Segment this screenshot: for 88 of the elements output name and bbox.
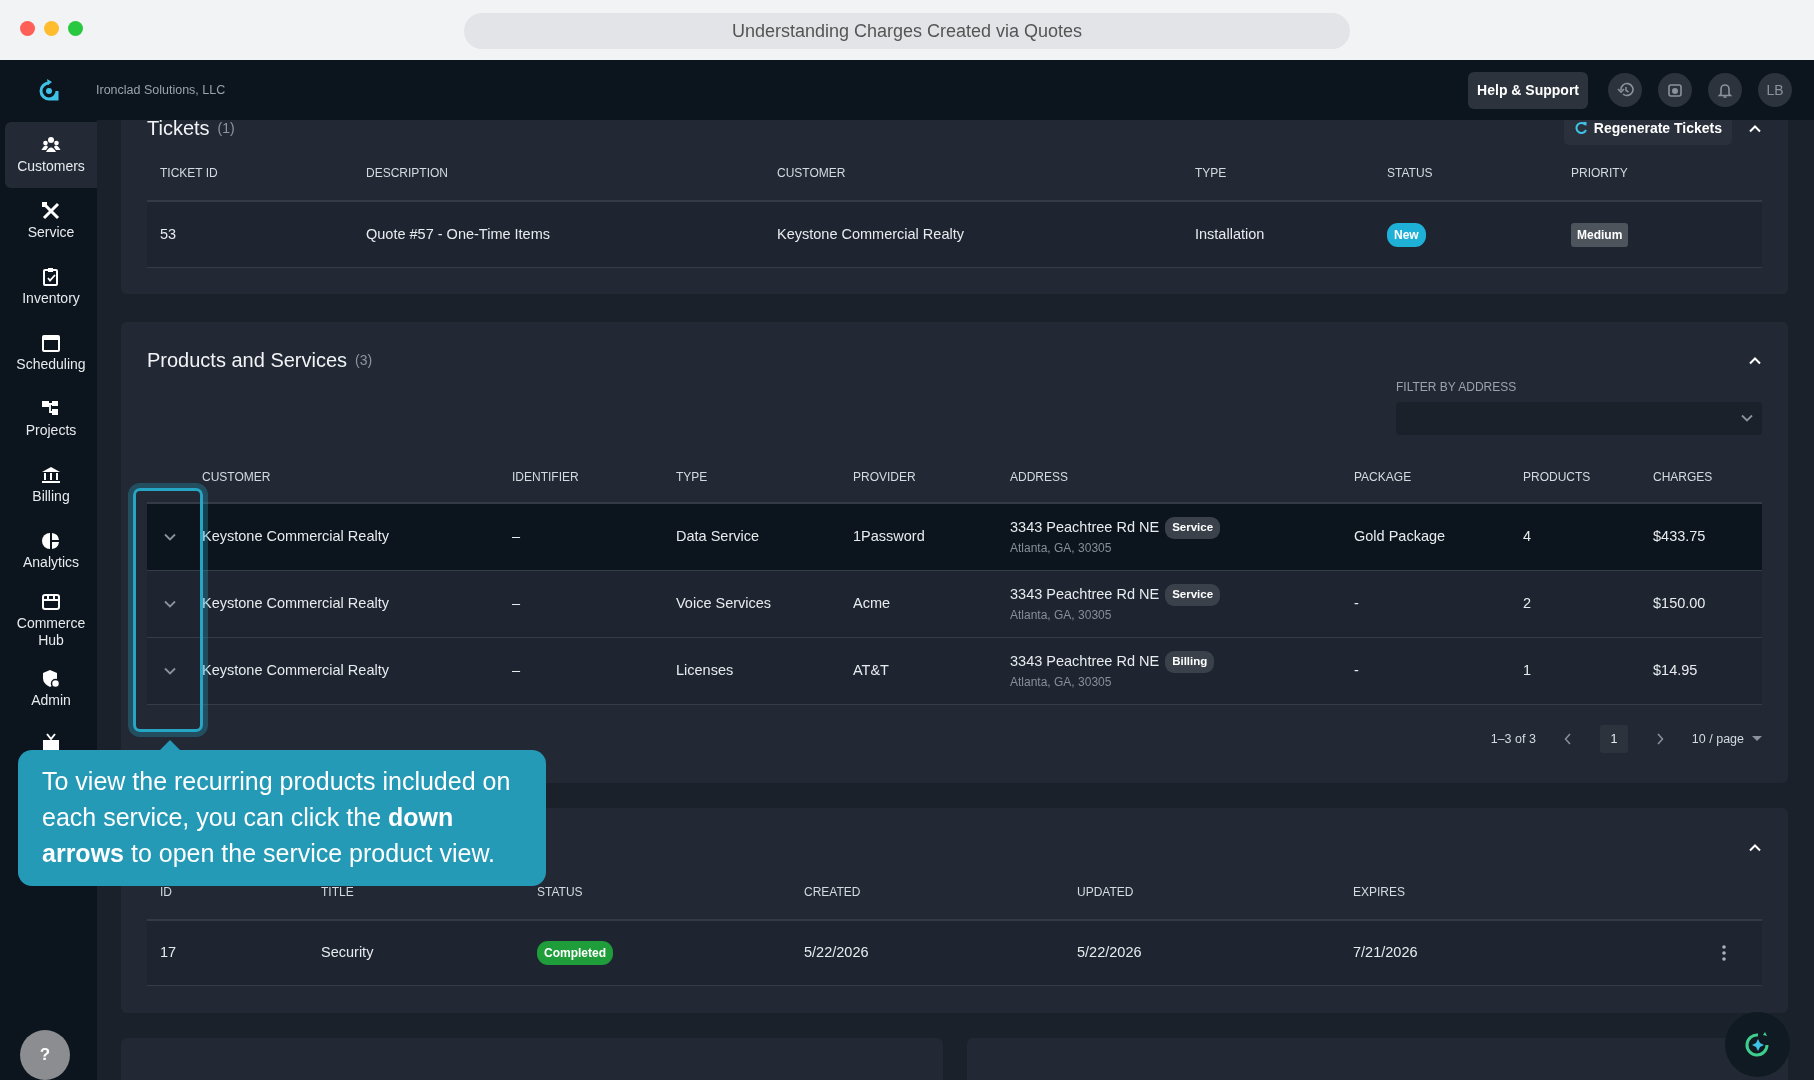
sidebar-item[interactable]: Commerce Hub (5, 584, 97, 656)
table-cell: Acme (853, 595, 891, 612)
column-header: IDENTIFIER (512, 470, 579, 484)
table-cell: Quote #57 - One-Time Items (366, 225, 550, 242)
column-header: DESCRIPTION (366, 166, 448, 180)
table-cell: 2 (1523, 595, 1532, 612)
column-header: PROVIDER (853, 470, 916, 484)
section-title: Tickets (147, 120, 210, 141)
sidebar-item[interactable]: Billing (5, 452, 97, 518)
column-header: STATUS (537, 885, 583, 899)
pagination-range: 1–3 of 3 (1490, 730, 1536, 748)
sidebar-item[interactable]: Analytics (5, 518, 97, 584)
table-cell: Gold Package (1354, 528, 1446, 545)
section-title: Products and Services (147, 348, 348, 373)
column-header: ID (160, 885, 172, 899)
column-header: PRIORITY (1571, 166, 1628, 180)
table-cell: Licenses (676, 662, 734, 679)
column-header: CREATED (804, 885, 861, 899)
column-header: STATUS (1387, 166, 1433, 180)
table-cell: – (512, 662, 521, 679)
table-row[interactable]: Keystone Commercial Realty – Data Service 1Password 3343 Peachtree Rd NE Service Atlanta, GA, 30305 Gold Package 4 $433.75 (147, 504, 1762, 571)
address-tag: Billing (1165, 651, 1215, 673)
table-cell: 17 (160, 944, 177, 961)
table-cell: 5/22/2026 (1077, 944, 1142, 961)
table-cell: Data Service (676, 528, 759, 545)
address-line: 3343 Peachtree Rd NE (1010, 518, 1160, 538)
sidebar-item[interactable]: Admin (5, 656, 97, 722)
table-cell: 5/22/2026 (804, 944, 869, 961)
status-badge: Completed (537, 941, 613, 965)
column-header: PACKAGE (1354, 470, 1412, 484)
sidebar-item[interactable]: Service (5, 188, 97, 254)
sidebar-item[interactable]: Customers (5, 122, 97, 188)
address-tag: Service (1165, 517, 1221, 539)
table-cell: – (512, 595, 521, 612)
column-header: CUSTOMER (202, 470, 271, 484)
table-row[interactable]: Keystone Commercial Realty – Voice Services Acme 3343 Peachtree Rd NE Service Atlanta, GA, 30305 - 2 $150.00 (147, 571, 1762, 638)
address-line: 3343 Peachtree Rd NE (1010, 585, 1160, 605)
table-cell: $14.95 (1653, 662, 1698, 679)
user-avatar[interactable]: LB (1758, 73, 1792, 107)
table-cell: 4 (1523, 528, 1532, 545)
sidebar-item[interactable]: Scheduling (5, 320, 97, 386)
page-button[interactable]: 1 (1599, 725, 1628, 753)
status-badge: New (1387, 222, 1426, 247)
table-cell: Keystone Commercial Realty (777, 225, 964, 242)
table-cell: – (512, 528, 521, 545)
column-header: TITLE (321, 885, 354, 899)
address-line: 3343 Peachtree Rd NE (1010, 652, 1160, 672)
priority-badge: Medium (1571, 222, 1629, 247)
column-header: TICKET ID (160, 166, 218, 180)
table-cell: 53 (160, 225, 177, 242)
table-cell: Voice Services (676, 595, 772, 612)
window-title: Understanding Charges Created via Quotes (464, 13, 1350, 49)
item-count: (3) (355, 350, 373, 370)
sidebar-item[interactable]: Inventory (5, 254, 97, 320)
column-header: TYPE (676, 470, 708, 484)
table-cell: Installation (1195, 225, 1265, 242)
sidebar-item[interactable]: Projects (5, 386, 97, 452)
table-cell: $433.75 (1653, 528, 1706, 545)
table-cell: - (1354, 595, 1359, 612)
company-name: Ironclad Solutions, LLC (96, 81, 226, 99)
column-header: CHARGES (1653, 470, 1713, 484)
address-city: Atlanta, GA, 30305 (1010, 606, 1113, 624)
table-row[interactable]: Keystone Commercial Realty – Licenses AT&T 3343 Peachtree Rd NE Billing Atlanta, GA, 30305 - 1 $14.95 (147, 638, 1762, 705)
table-cell: 7/21/2026 (1353, 944, 1418, 961)
table-cell: 1 (1523, 662, 1532, 679)
address-tag: Service (1165, 584, 1221, 606)
column-header: ADDRESS (1010, 470, 1068, 484)
table-cell: Keystone Commercial Realty (202, 595, 389, 612)
address-city: Atlanta, GA, 30305 (1010, 673, 1113, 691)
table-cell: AT&T (853, 662, 889, 679)
regenerate-tickets-button[interactable]: Regenerate Tickets (1563, 120, 1732, 145)
table-cell: $150.00 (1653, 595, 1706, 612)
item-count: (1) (217, 120, 235, 138)
table-cell: Security (321, 944, 374, 961)
column-header: UPDATED (1077, 885, 1134, 899)
filter-label: FILTER BY ADDRESS (1396, 380, 1517, 394)
table-cell: Keystone Commercial Realty (202, 528, 389, 545)
table-cell: Keystone Commercial Realty (202, 662, 389, 679)
help-support-button[interactable]: Help & Support (1468, 71, 1588, 109)
column-header: TYPE (1195, 166, 1227, 180)
page-size-select[interactable]: 10 / page (1691, 729, 1762, 749)
column-header: EXPIRES (1353, 885, 1406, 899)
column-header: CUSTOMER (777, 166, 846, 180)
column-header: PRODUCTS (1523, 470, 1591, 484)
address-city: Atlanta, GA, 30305 (1010, 539, 1113, 557)
table-cell: - (1354, 662, 1359, 679)
tooltip-text: To view the recurring products included on each service, you can click the down arrows to open the service product view. (18, 750, 546, 886)
table-cell: 1Password (853, 528, 925, 545)
